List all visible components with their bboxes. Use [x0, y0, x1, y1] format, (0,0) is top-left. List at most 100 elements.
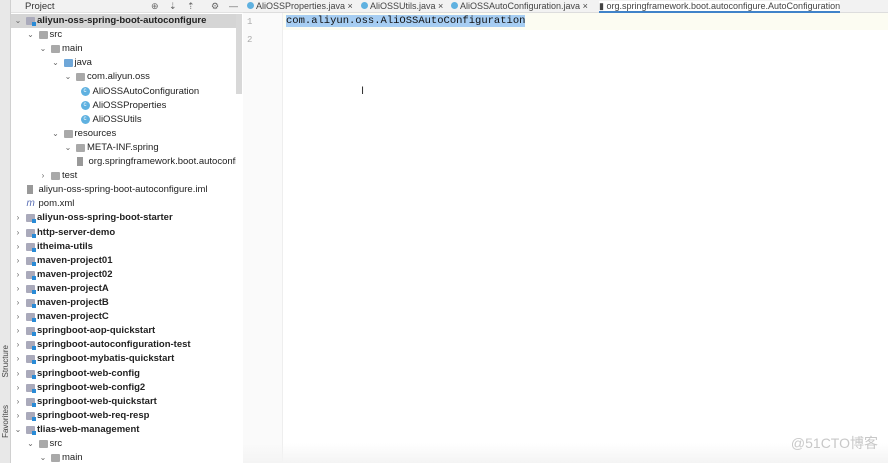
folder-icon [38, 440, 48, 448]
chevron-right-icon[interactable]: › [39, 169, 47, 183]
tree-item[interactable]: › springboot-autoconfiguration-test [11, 338, 236, 352]
tree-item[interactable]: › maven-projectB [11, 296, 236, 310]
code-editor[interactable]: com.aliyun.oss.AliOSSAutoConfiguration [286, 15, 526, 27]
tree-item[interactable]: ⌄ main [11, 451, 236, 463]
tree-item-label: test [62, 170, 78, 182]
project-view-selector[interactable]: Project [25, 1, 55, 12]
tree-item-label: META-INF.spring [87, 141, 159, 153]
tree-item[interactable]: › springboot-mybatis-quickstart [11, 352, 236, 366]
chevron-down-icon[interactable]: ⌄ [14, 423, 22, 437]
tree-item[interactable]: › springboot-web-config2 [11, 381, 236, 395]
tree-item[interactable]: ⌄ aliyun-oss-spring-boot-autoconfigure [11, 14, 236, 28]
chevron-right-icon[interactable]: › [14, 226, 22, 240]
chevron-right-icon[interactable]: › [14, 367, 22, 381]
minimize-icon[interactable]: — [229, 1, 238, 11]
chevron-right-icon[interactable]: › [14, 268, 22, 282]
tree-item[interactable]: c AliOSSAutoConfiguration [11, 85, 236, 99]
chevron-right-icon[interactable]: › [14, 296, 22, 310]
chevron-right-icon[interactable]: › [14, 409, 22, 423]
code-line-selected[interactable]: com.aliyun.oss.AliOSSAutoConfiguration [286, 15, 526, 27]
tree-item[interactable]: › springboot-web-req-resp [11, 409, 236, 423]
chevron-right-icon[interactable]: › [14, 211, 22, 225]
chevron-down-icon[interactable]: ⌄ [52, 127, 60, 141]
chevron-down-icon[interactable]: ⌄ [39, 451, 47, 463]
chevron-right-icon[interactable]: › [14, 352, 22, 366]
tree-item-label: maven-projectC [37, 311, 109, 323]
tree-item[interactable]: › springboot-web-config [11, 367, 236, 381]
tab-aliossutils[interactable]: AliOSSUtils.java × [361, 1, 443, 13]
tree-item[interactable]: › aliyun-oss-spring-boot-starter [11, 211, 236, 225]
tree-item[interactable]: › maven-projectC [11, 310, 236, 324]
tree-item[interactable]: ⌄ META-INF.spring [11, 141, 236, 155]
module-icon [26, 284, 36, 294]
chevron-right-icon[interactable]: › [14, 310, 22, 324]
chevron-right-icon[interactable]: › [14, 282, 22, 296]
tool-window-stripe: Structure Favorites [0, 0, 11, 463]
locate-icon[interactable]: ⊕ [151, 1, 159, 12]
module-icon [26, 355, 36, 365]
tree-item[interactable]: ⌄ src [11, 28, 236, 42]
chevron-down-icon[interactable]: ⌄ [52, 56, 60, 70]
tree-item-label: main [62, 452, 83, 463]
tree-item[interactable]: c AliOSSUtils [11, 113, 236, 127]
chevron-down-icon[interactable]: ⌄ [64, 70, 72, 84]
tree-item-label: src [49, 29, 63, 41]
chevron-down-icon[interactable]: ⌄ [64, 141, 72, 155]
tree-item-label: pom.xml [38, 198, 75, 210]
source-folder-icon [63, 59, 73, 68]
tab-aliossproperties[interactable]: AliOSSProperties.java × [247, 1, 353, 13]
tree-item[interactable]: › http-server-demo [11, 226, 236, 240]
tree-item-label: aliyun-oss-spring-boot-autoconfigure.iml [38, 184, 208, 196]
tree-item[interactable]: c AliOSSProperties [11, 99, 236, 113]
tree-item[interactable]: org.springframework.boot.autoconfigure.A… [11, 155, 236, 169]
tree-item[interactable]: › springboot-web-quickstart [11, 395, 236, 409]
chevron-right-icon[interactable]: › [14, 324, 22, 338]
tree-item[interactable]: ⌄ src [11, 437, 236, 451]
collapse-all-icon[interactable]: ⇡ [187, 1, 195, 12]
folder-icon [63, 129, 73, 138]
module-icon [26, 327, 36, 337]
text-cursor-icon: I [361, 85, 365, 97]
structure-tab[interactable]: Structure [1, 345, 10, 377]
tree-item[interactable]: › maven-project02 [11, 268, 236, 282]
chevron-right-icon[interactable]: › [14, 381, 22, 395]
folder-icon [51, 454, 60, 463]
chevron-down-icon[interactable]: ⌄ [14, 14, 22, 28]
tree-item-label: springboot-web-req-resp [37, 409, 150, 421]
tree-item-label: tlias-web-management [37, 423, 140, 435]
tree-item[interactable]: › itheima-utils [11, 240, 236, 254]
tree-item[interactable]: ⌄ resources [11, 127, 236, 141]
tree-item-label: com.aliyun.oss [87, 71, 150, 83]
chevron-right-icon[interactable]: › [14, 240, 22, 254]
tree-item[interactable]: ⌄ main [11, 42, 236, 56]
tree-item[interactable]: ⌄ com.aliyun.oss [11, 70, 236, 84]
gear-icon[interactable]: ⚙ [211, 1, 219, 12]
file-icon [26, 185, 33, 195]
tree-item-label: resources [74, 127, 117, 139]
tree-item-label: springboot-web-config2 [37, 381, 146, 393]
tree-item-label: org.springframework.boot.autoconfigure.A… [88, 156, 237, 167]
tab-aliossautoconfiguration[interactable]: AliOSSAutoConfiguration.java × [451, 1, 588, 13]
tree-item[interactable]: › maven-project01 [11, 254, 236, 268]
tab-autoconfiguration-imports[interactable]: ▮ org.springframework.boot.autoconfigure… [599, 1, 841, 13]
chevron-right-icon[interactable]: › [14, 254, 22, 268]
chevron-down-icon[interactable]: ⌄ [39, 42, 47, 56]
chevron-right-icon[interactable]: › [14, 338, 22, 352]
tree-item-label: springboot-autoconfiguration-test [37, 339, 191, 351]
chevron-down-icon[interactable]: ⌄ [27, 28, 35, 42]
tree-item[interactable]: ⌄ tlias-web-management [11, 423, 236, 437]
chevron-right-icon[interactable]: › [14, 395, 22, 409]
module-icon [26, 214, 36, 224]
tree-item[interactable]: m pom.xml [11, 197, 236, 211]
tree-item[interactable]: › springboot-aop-quickstart [11, 324, 236, 338]
chevron-down-icon[interactable]: ⌄ [27, 437, 35, 451]
tree-item[interactable]: › maven-projectA [11, 282, 236, 296]
tree-item[interactable]: › test [11, 169, 236, 183]
tree-item[interactable]: aliyun-oss-spring-boot-autoconfigure.iml [11, 183, 236, 197]
module-icon [26, 313, 36, 323]
tree-scrollbar[interactable] [236, 14, 242, 94]
favorites-tab[interactable]: Favorites [1, 405, 10, 438]
tree-item-label: maven-project02 [37, 268, 113, 280]
tree-item[interactable]: ⌄ java [11, 56, 236, 70]
expand-all-icon[interactable]: ⇣ [169, 1, 177, 12]
